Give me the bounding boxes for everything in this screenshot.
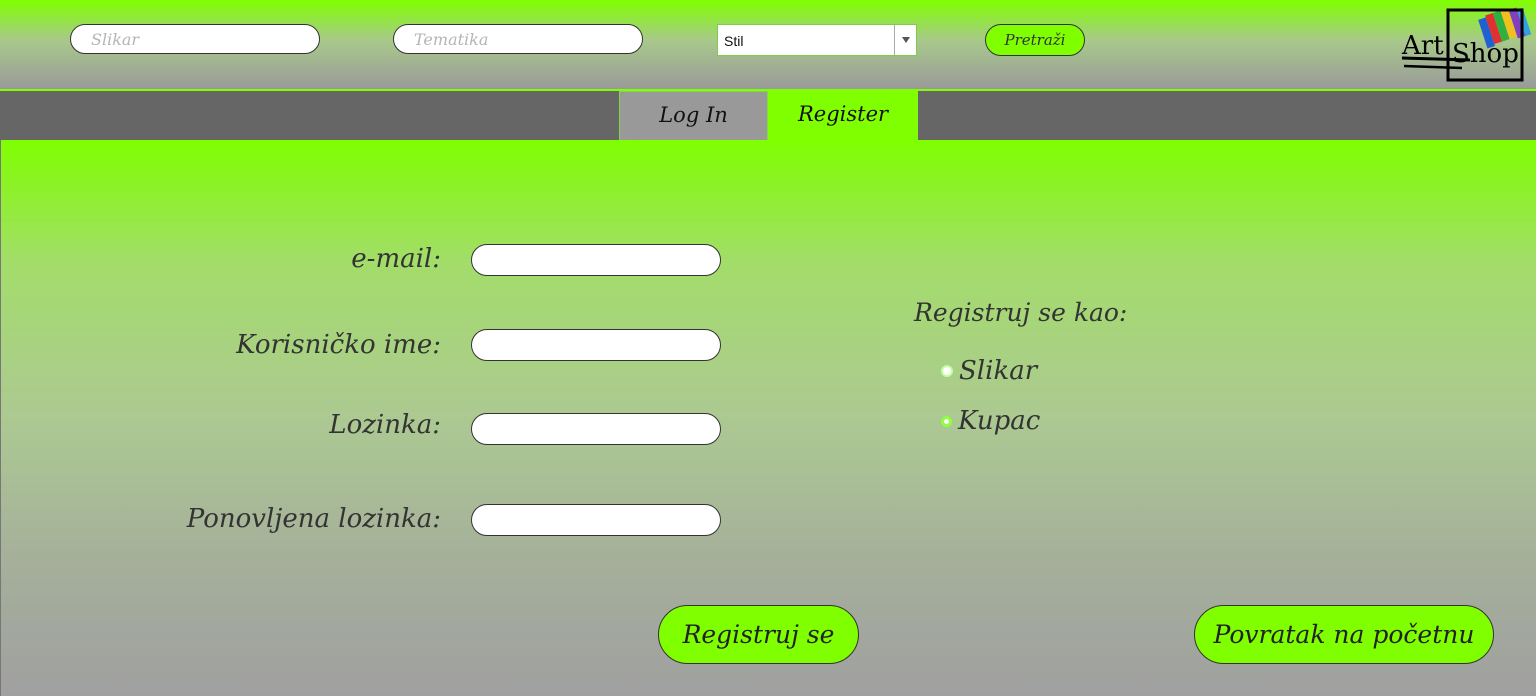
password-field[interactable] xyxy=(471,413,721,445)
chevron-down-icon[interactable] xyxy=(894,25,916,55)
radio-selected-icon[interactable] xyxy=(941,365,953,377)
repeat-password-label: Ponovljena lozinka: xyxy=(186,504,441,534)
search-button[interactable]: Pretraži xyxy=(985,24,1085,56)
password-label: Lozinka: xyxy=(329,410,441,440)
email-field[interactable] xyxy=(471,244,721,276)
artshop-logo[interactable]: Art Shop xyxy=(1400,6,1532,84)
search-toolbar: Stil Pretraži Art Shop xyxy=(0,0,1536,91)
painter-search-input[interactable] xyxy=(70,24,320,54)
role-option-kupac[interactable]: Kupac xyxy=(941,406,1040,436)
username-label: Korisničko ime: xyxy=(236,330,441,360)
style-select-value: Stil xyxy=(724,33,744,49)
registration-panel: e-mail: Korisničko ime: Lozinka: Ponovlj… xyxy=(0,140,1536,696)
tab-bar: Log In Register xyxy=(0,91,1536,141)
theme-search-input[interactable] xyxy=(393,24,643,54)
repeat-password-field[interactable] xyxy=(471,504,721,536)
role-option-label: Kupac xyxy=(958,406,1041,436)
logo-word-art: Art xyxy=(1401,31,1444,61)
radio-unselected-icon[interactable] xyxy=(941,415,952,427)
tab-register[interactable]: Register xyxy=(768,91,918,141)
role-option-slikar[interactable]: Slikar xyxy=(941,356,1037,386)
username-field[interactable] xyxy=(471,329,721,361)
tab-login[interactable]: Log In xyxy=(619,91,768,141)
role-option-label: Slikar xyxy=(959,356,1038,386)
style-select[interactable]: Stil xyxy=(717,24,917,56)
logo-word-shop: Shop xyxy=(1452,39,1519,69)
email-label: e-mail: xyxy=(351,244,441,274)
register-button[interactable]: Registruj se xyxy=(658,605,859,664)
back-home-button[interactable]: Povratak na početnu xyxy=(1194,605,1494,664)
role-title: Registruj se kao: xyxy=(914,298,1128,327)
